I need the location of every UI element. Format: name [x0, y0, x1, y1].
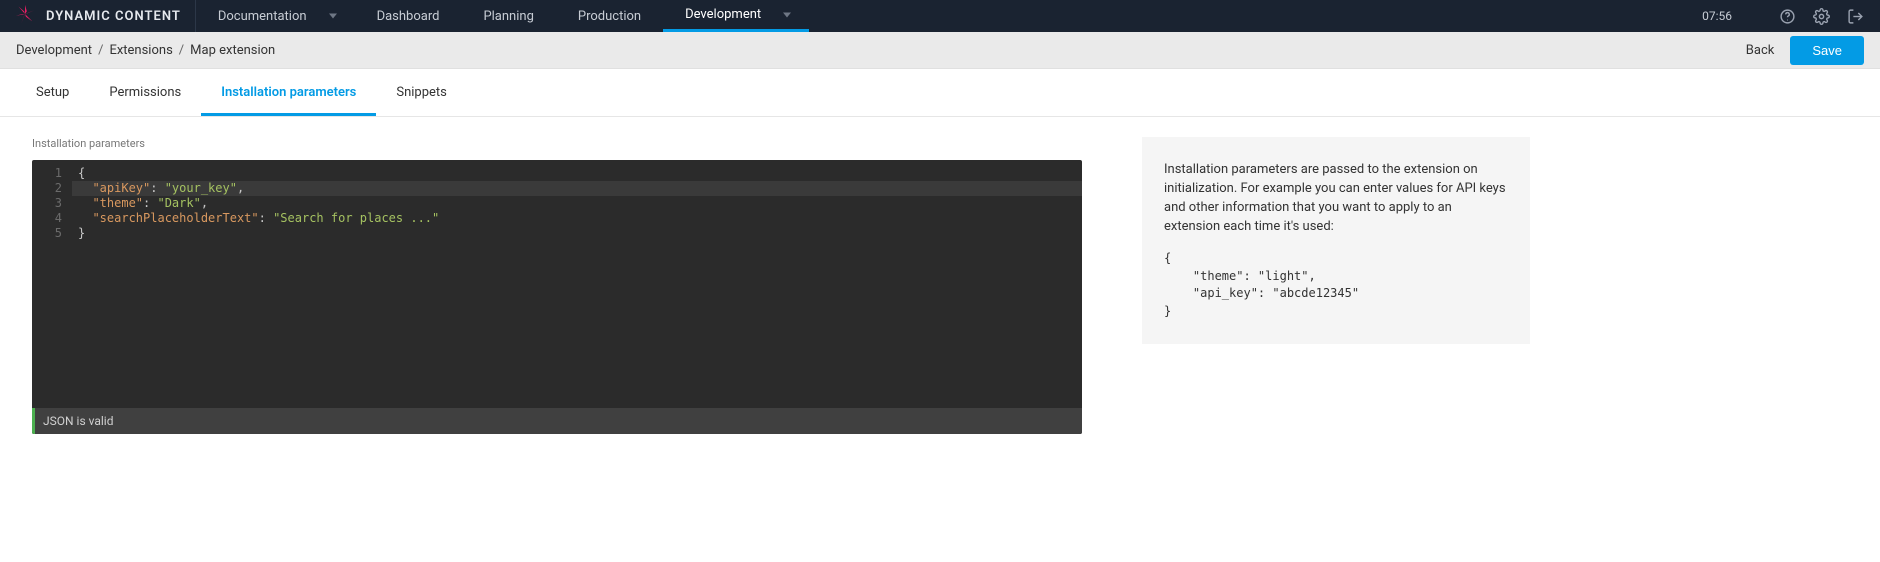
- status-text: JSON is valid: [43, 414, 113, 428]
- chevron-down-icon: [329, 14, 337, 19]
- nav-production[interactable]: Production: [556, 0, 663, 32]
- help-text: Installation parameters are passed to th…: [1164, 161, 1508, 236]
- logo-icon: [14, 3, 36, 29]
- tab-installation-parameters[interactable]: Installation parameters: [201, 69, 376, 116]
- breadcrumb-sep: /: [98, 43, 103, 58]
- nav-development-label: Development: [685, 7, 761, 22]
- nav-documentation[interactable]: Documentation: [196, 0, 355, 32]
- help-panel: Installation parameters are passed to th…: [1142, 137, 1530, 344]
- line-number: 2: [32, 181, 62, 196]
- tab-permissions[interactable]: Permissions: [89, 69, 201, 116]
- code-token: "your_key": [165, 181, 237, 195]
- time-display[interactable]: 07:56: [1684, 0, 1768, 32]
- code-token: "Dark": [157, 196, 200, 210]
- tab-snippets[interactable]: Snippets: [376, 69, 467, 116]
- code-token: "searchPlaceholderText": [92, 211, 258, 225]
- nav-dashboard-label: Dashboard: [377, 9, 440, 24]
- editor-column: Installation parameters 1 2 3 4 5 { "api…: [32, 137, 1082, 434]
- tabs: Setup Permissions Installation parameter…: [0, 69, 1880, 117]
- code-token: }: [78, 226, 85, 240]
- nav-dashboard[interactable]: Dashboard: [355, 0, 462, 32]
- help-icon[interactable]: [1772, 1, 1802, 31]
- logout-icon[interactable]: [1840, 1, 1870, 31]
- brand-cell: DYNAMIC CONTENT: [0, 0, 196, 32]
- top-nav: DYNAMIC CONTENT Documentation Dashboard …: [0, 0, 1880, 32]
- chevron-down-icon: [783, 12, 791, 17]
- tab-setup[interactable]: Setup: [16, 69, 89, 116]
- nav-planning[interactable]: Planning: [461, 0, 555, 32]
- content: Installation parameters 1 2 3 4 5 { "api…: [0, 117, 1880, 464]
- editor-status-bar: JSON is valid: [32, 408, 1082, 434]
- code-token: "theme": [92, 196, 143, 210]
- gear-icon[interactable]: [1806, 1, 1836, 31]
- subheader: Development / Extensions / Map extension…: [0, 32, 1880, 69]
- nav-production-label: Production: [578, 9, 641, 24]
- save-button[interactable]: Save: [1790, 36, 1864, 65]
- line-gutter: 1 2 3 4 5: [32, 166, 72, 408]
- nav-documentation-label: Documentation: [218, 9, 307, 24]
- nav-planning-label: Planning: [483, 9, 533, 24]
- json-editor[interactable]: 1 2 3 4 5 { "apiKey": "your_key", "theme…: [32, 160, 1082, 434]
- code-body[interactable]: { "apiKey": "your_key", "theme": "Dark",…: [72, 166, 1082, 408]
- breadcrumb-sep: /: [179, 43, 184, 58]
- line-number: 5: [32, 226, 62, 241]
- help-example-code: { "theme": "light", "api_key": "abcde123…: [1164, 250, 1508, 320]
- breadcrumb-current: Map extension: [190, 43, 275, 58]
- line-number: 1: [32, 166, 62, 181]
- breadcrumb-development[interactable]: Development: [16, 43, 92, 58]
- time-value: 07:56: [1702, 9, 1732, 23]
- section-label: Installation parameters: [32, 137, 1082, 150]
- code-token: "apiKey": [92, 181, 150, 195]
- brand-text: DYNAMIC CONTENT: [46, 9, 181, 24]
- line-number: 3: [32, 196, 62, 211]
- line-number: 4: [32, 211, 62, 226]
- breadcrumb-extensions[interactable]: Extensions: [109, 43, 172, 58]
- code-token: {: [78, 166, 85, 180]
- nav-development[interactable]: Development: [663, 0, 809, 32]
- code-token: "Search for places ...": [273, 211, 439, 225]
- breadcrumb: Development / Extensions / Map extension: [16, 43, 275, 58]
- back-button[interactable]: Back: [1730, 35, 1791, 66]
- topbar-right: 07:56: [1684, 0, 1880, 32]
